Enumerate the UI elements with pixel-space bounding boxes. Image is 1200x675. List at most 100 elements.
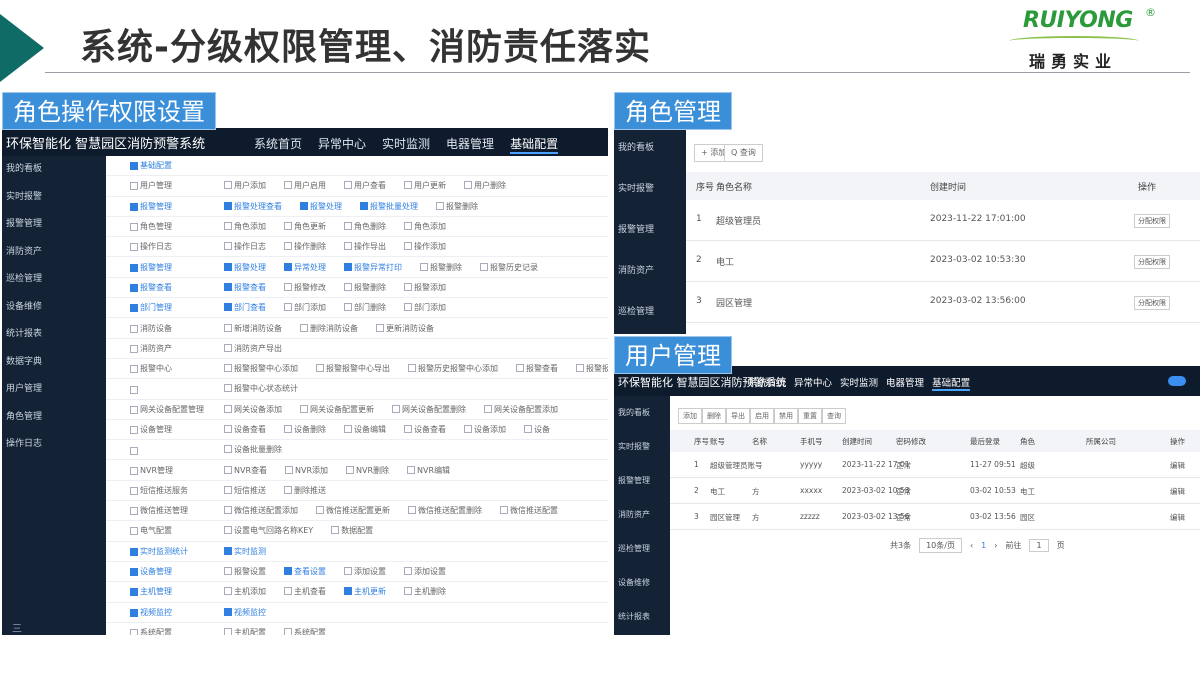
permission-checkbox[interactable]: 设备编辑 — [344, 424, 386, 435]
permission-checkbox[interactable]: 删除消防设备 — [300, 323, 358, 334]
permission-checkbox[interactable]: 报警查看 — [516, 363, 558, 374]
sidebar-item[interactable]: 统计报表 — [2, 321, 106, 349]
cell-op[interactable]: 编辑 — [1170, 512, 1185, 523]
permission-checkbox[interactable]: 主机配置 — [224, 627, 266, 635]
permission-group-checkbox[interactable]: 消防资产 — [106, 343, 206, 354]
permission-group-checkbox[interactable]: 角色管理 — [106, 221, 206, 232]
permission-checkbox[interactable]: 操作日志 — [224, 241, 266, 252]
permission-group-checkbox[interactable]: 报警管理 — [106, 262, 206, 273]
sidebar-item[interactable]: 数据字典 — [2, 349, 106, 377]
permission-group-checkbox[interactable]: 短信推送服务 — [106, 485, 206, 496]
permission-checkbox[interactable]: 角色添加 — [404, 221, 446, 232]
goto-page-input[interactable]: 1 — [1029, 539, 1049, 552]
permission-checkbox[interactable]: 报警添加 — [404, 282, 446, 293]
permission-checkbox[interactable]: 报警报警中心添加 — [224, 363, 298, 374]
permission-checkbox[interactable]: 报警设置 — [224, 566, 266, 577]
permission-checkbox[interactable]: 角色添加 — [224, 221, 266, 232]
nav-realtime-monitor[interactable]: 实时监测 — [382, 135, 430, 154]
permission-checkbox[interactable]: 微信推送配置更新 — [316, 505, 390, 516]
toolbar-button[interactable]: 禁用 — [774, 408, 798, 424]
sidebar-item[interactable]: 实时报警 — [614, 169, 686, 210]
permission-group-checkbox[interactable]: 主机管理 — [106, 586, 206, 597]
nav-home[interactable]: 系统首页 — [748, 375, 786, 391]
cell-op[interactable]: 编辑 — [1170, 486, 1185, 497]
permission-checkbox[interactable]: NVR删除 — [346, 465, 389, 476]
permission-checkbox[interactable]: 消防资产导出 — [224, 343, 282, 354]
permission-group-checkbox[interactable]: 报警查看 — [106, 282, 206, 293]
nav-electrical[interactable]: 电器管理 — [446, 135, 494, 154]
permission-checkbox[interactable]: 部门添加 — [404, 302, 446, 313]
sidebar-item[interactable]: 设备维修 — [614, 566, 670, 600]
sidebar-item[interactable]: 用户管理 — [2, 376, 106, 404]
permission-checkbox[interactable]: 添加设置 — [344, 566, 386, 577]
sidebar-item[interactable]: 实时报警 — [614, 430, 670, 464]
permission-checkbox[interactable]: 报警处理查看 — [224, 201, 282, 212]
next-page-icon[interactable]: › — [994, 541, 997, 550]
sidebar-item[interactable]: 消防资产 — [2, 239, 106, 267]
cell-op[interactable]: 编辑 — [1170, 460, 1185, 471]
permission-checkbox[interactable]: 报警删除 — [420, 262, 462, 273]
permission-checkbox[interactable]: 添加设置 — [404, 566, 446, 577]
prev-page-icon[interactable]: ‹ — [970, 541, 973, 550]
nav-exception-center[interactable]: 异常中心 — [794, 375, 832, 391]
permission-group-checkbox[interactable]: 视频监控 — [106, 607, 206, 618]
permission-checkbox[interactable]: 用户删除 — [464, 180, 506, 191]
nav-basic-config[interactable]: 基础配置 — [510, 135, 559, 154]
permission-checkbox[interactable]: 操作删除 — [284, 241, 326, 252]
theme-toggle[interactable] — [1168, 376, 1186, 386]
sidebar-item[interactable]: 报警管理 — [614, 464, 670, 498]
permission-checkbox[interactable]: 网关设备配置添加 — [484, 404, 558, 415]
nav-exception-center[interactable]: 异常中心 — [318, 135, 366, 154]
page-size-select[interactable]: 10条/页 — [919, 538, 962, 553]
current-page[interactable]: 1 — [981, 541, 986, 550]
permission-group-checkbox[interactable]: 系统配置 — [106, 627, 206, 635]
permission-checkbox[interactable]: 新增消防设备 — [224, 323, 282, 334]
permission-checkbox[interactable]: 报警处理 — [300, 201, 342, 212]
permission-group-checkbox[interactable]: 微信推送管理 — [106, 505, 206, 516]
permission-checkbox[interactable]: 设备查看 — [224, 424, 266, 435]
permission-group-checkbox[interactable]: 电气配置 — [106, 525, 206, 536]
permission-checkbox[interactable]: 微信推送配置 — [500, 505, 558, 516]
permission-checkbox[interactable]: 报警异常打印 — [344, 262, 402, 273]
permission-checkbox[interactable]: 网关设备添加 — [224, 404, 282, 415]
permission-checkbox[interactable]: 设备添加 — [464, 424, 506, 435]
sidebar-item[interactable]: 报警管理 — [2, 211, 106, 239]
permission-checkbox[interactable]: 主机更新 — [344, 586, 386, 597]
sidebar-collapse-icon[interactable]: 三 — [12, 620, 22, 635]
search-button[interactable]: Q 查询 — [724, 144, 763, 162]
permission-group-checkbox[interactable]: 网关设备配置管理 — [106, 404, 206, 415]
permission-checkbox[interactable]: 报警报警 — [576, 363, 608, 374]
permission-checkbox[interactable]: 数据配置 — [331, 525, 373, 536]
permission-checkbox[interactable]: NVR编辑 — [407, 465, 450, 476]
permission-checkbox[interactable]: 微信推送配置删除 — [408, 505, 482, 516]
permission-checkbox[interactable]: 更新消防设备 — [376, 323, 434, 334]
toolbar-button[interactable]: 删除 — [702, 408, 726, 424]
nav-basic-config[interactable]: 基础配置 — [932, 375, 971, 391]
permission-checkbox[interactable]: 查看设置 — [284, 566, 326, 577]
sidebar-item[interactable]: 巡检管理 — [614, 532, 670, 566]
permission-checkbox[interactable]: 部门删除 — [344, 302, 386, 313]
permission-checkbox[interactable]: 系统配置 — [284, 627, 326, 635]
nav-electrical[interactable]: 电器管理 — [886, 375, 924, 391]
sidebar-item[interactable]: 设备维修 — [2, 294, 106, 322]
permission-checkbox[interactable]: 报警删除 — [436, 201, 478, 212]
permission-checkbox[interactable]: 异常处理 — [284, 262, 326, 273]
permission-checkbox[interactable]: 设置电气回路名称KEY — [224, 525, 313, 536]
permission-group-checkbox[interactable]: 部门管理 — [106, 302, 206, 313]
permission-checkbox[interactable]: 报警报警中心导出 — [316, 363, 390, 374]
permission-checkbox[interactable]: NVR添加 — [285, 465, 328, 476]
assign-permission-button[interactable]: 分配权限 — [1134, 255, 1170, 269]
permission-checkbox[interactable]: 短信推送 — [224, 485, 266, 496]
permission-group-checkbox[interactable] — [106, 445, 206, 456]
permission-group-checkbox[interactable]: 操作日志 — [106, 241, 206, 252]
toolbar-button[interactable]: 添加 — [678, 408, 702, 424]
permission-checkbox[interactable]: 实时监测 — [224, 546, 266, 557]
permission-checkbox[interactable]: 报警处理 — [224, 262, 266, 273]
permission-checkbox[interactable]: 设备查看 — [404, 424, 446, 435]
permission-checkbox[interactable]: 报警历史记录 — [480, 262, 538, 273]
sidebar-item[interactable]: 巡检管理 — [2, 266, 106, 294]
permission-checkbox[interactable]: 用户添加 — [224, 180, 266, 191]
permission-checkbox[interactable]: 设备删除 — [284, 424, 326, 435]
permission-checkbox[interactable]: 删除推送 — [284, 485, 326, 496]
permission-checkbox[interactable]: 报警删除 — [344, 282, 386, 293]
